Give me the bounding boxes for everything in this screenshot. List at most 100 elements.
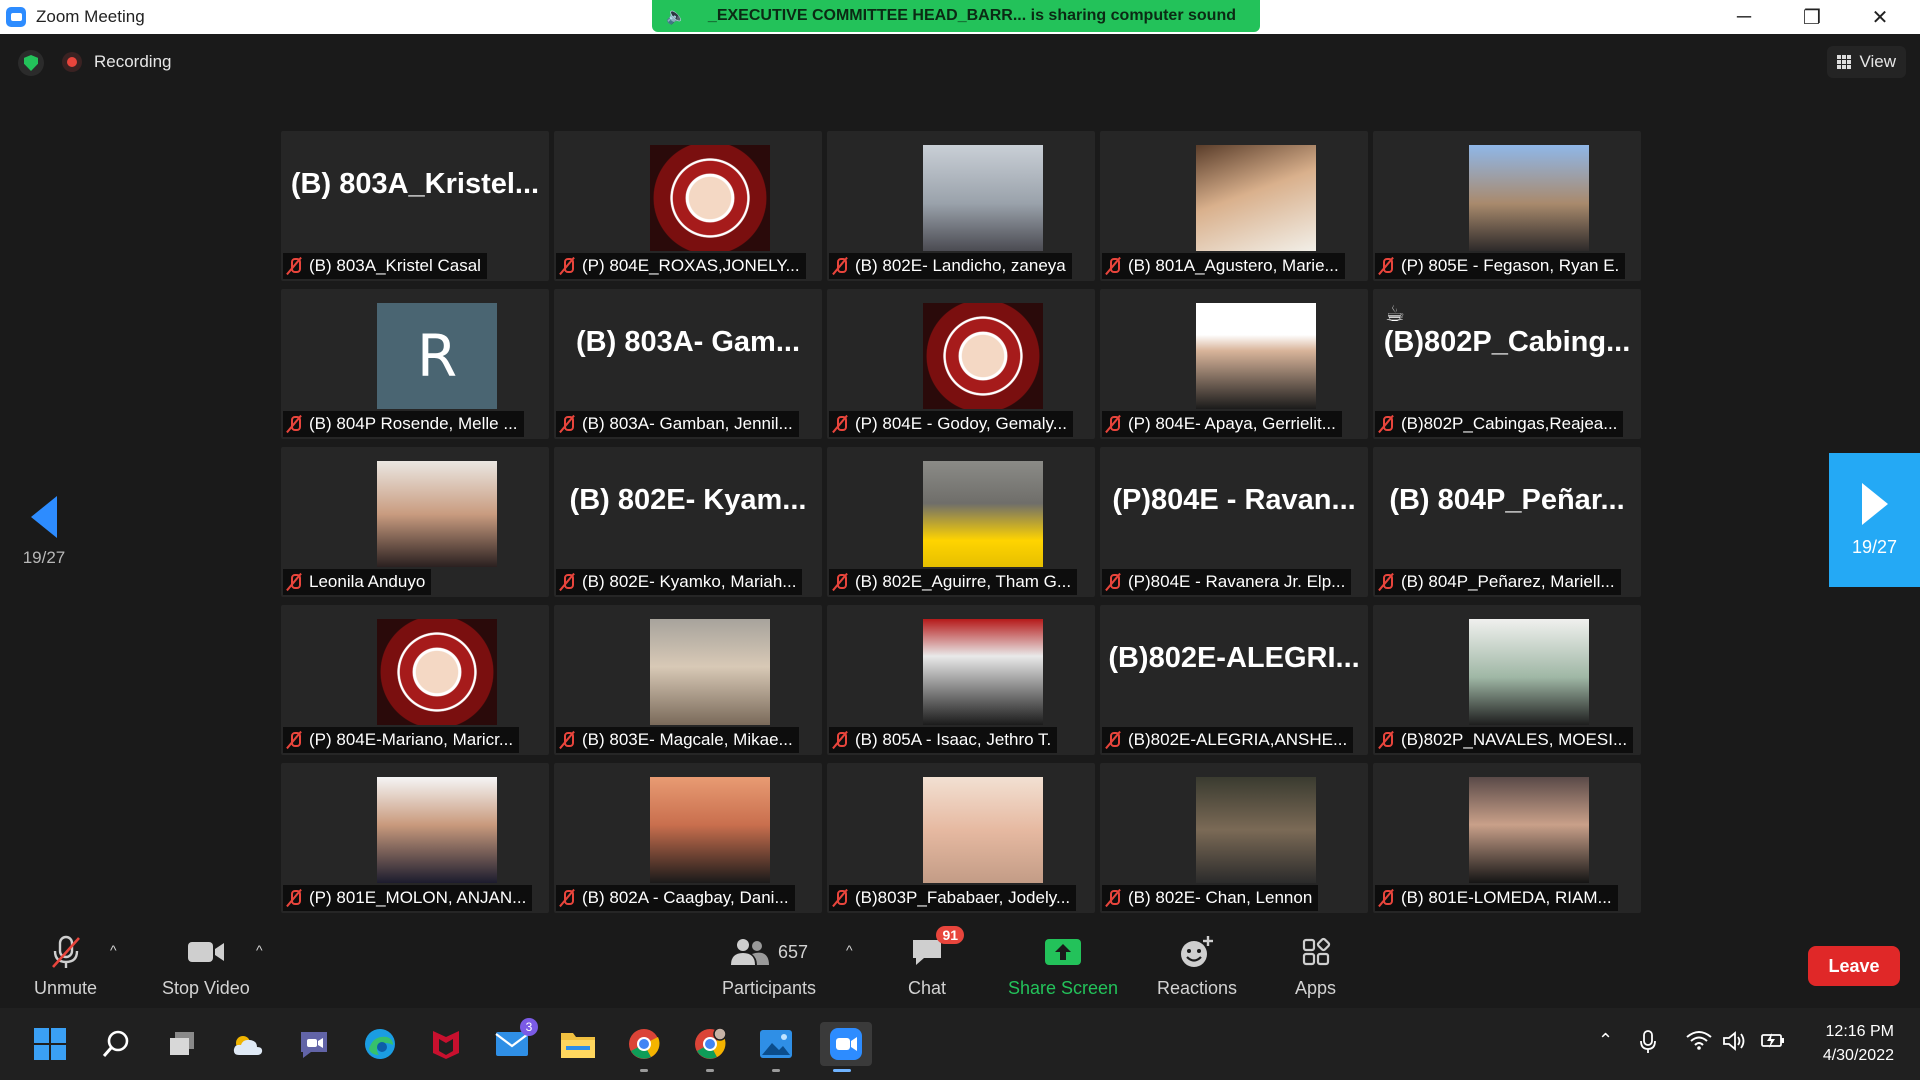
chrome-icon[interactable] bbox=[622, 1022, 666, 1072]
minimize-button[interactable]: ─ bbox=[1710, 0, 1778, 34]
participant-name-caption: (B)802E-ALEGRIA,ANSHE... bbox=[1102, 727, 1354, 753]
participant-tile[interactable]: (B) 805A - Isaac, Jethro T. bbox=[827, 605, 1095, 755]
muted-microphone-icon bbox=[287, 415, 301, 433]
edge-browser-icon[interactable] bbox=[358, 1022, 402, 1066]
recording-label: Recording bbox=[94, 52, 172, 71]
show-hidden-icons-chevron-icon[interactable]: ⌃ bbox=[1598, 1030, 1613, 1051]
share-screen-icon bbox=[1043, 934, 1083, 970]
mcafee-icon[interactable] bbox=[424, 1022, 468, 1066]
participant-name-caption: (B) 802E- Chan, Lennon bbox=[1102, 885, 1319, 911]
participant-profile-photo bbox=[650, 145, 770, 251]
wifi-icon[interactable] bbox=[1686, 1030, 1712, 1055]
file-explorer-icon[interactable] bbox=[556, 1022, 600, 1066]
participant-profile-photo bbox=[923, 619, 1043, 725]
participant-tile[interactable]: (P) 801E_MOLON, ANJAN... bbox=[281, 763, 549, 913]
recording-dot-icon bbox=[62, 52, 82, 72]
volume-icon[interactable] bbox=[1722, 1030, 1748, 1057]
muted-microphone-icon bbox=[1379, 415, 1393, 433]
participant-profile-photo bbox=[377, 777, 497, 883]
participant-tile[interactable]: (B)802P_NAVALES, MOESI... bbox=[1373, 605, 1641, 755]
participant-tile[interactable]: (B) 802E- Landicho, zaneya bbox=[827, 131, 1095, 281]
participant-name: (P)804E - Ravanera Jr. Elp... bbox=[1128, 572, 1346, 591]
participants-options-caret-icon[interactable]: ^ bbox=[846, 942, 853, 958]
microphone-in-use-icon[interactable] bbox=[1640, 1030, 1656, 1059]
audio-options-caret-icon[interactable]: ^ bbox=[110, 942, 117, 958]
muted-microphone-icon bbox=[833, 415, 847, 433]
participant-tile[interactable]: (P) 805E - Fegason, Ryan E. bbox=[1373, 131, 1641, 281]
participant-name-caption: (B) 805A - Isaac, Jethro T. bbox=[829, 727, 1058, 753]
participant-tile[interactable]: (B) 801A_Agustero, Marie... bbox=[1100, 131, 1368, 281]
participant-tile[interactable]: (B)802E-ALEGRI... (B)802E-ALEGRIA,ANSHE..… bbox=[1100, 605, 1368, 755]
smiley-plus-icon bbox=[1179, 934, 1215, 970]
battery-charging-icon[interactable] bbox=[1760, 1030, 1786, 1055]
sharing-sound-banner[interactable]: 🔈 _EXECUTIVE COMMITTEE HEAD_BARR... is s… bbox=[652, 0, 1260, 32]
zoom-taskbar-icon[interactable] bbox=[820, 1022, 872, 1072]
participant-tile[interactable]: (B) 802A - Caagbay, Dani... bbox=[554, 763, 822, 913]
close-button[interactable]: ✕ bbox=[1846, 0, 1914, 34]
participant-tile[interactable]: (B) 802E_Aguirre, Tham G... bbox=[827, 447, 1095, 597]
leave-button[interactable]: Leave bbox=[1808, 946, 1900, 986]
muted-microphone-icon bbox=[833, 731, 847, 749]
photos-icon[interactable] bbox=[754, 1022, 798, 1072]
participant-name: (B)802P_Cabingas,Reajea... bbox=[1401, 414, 1618, 433]
participants-button[interactable]: 657 Participants bbox=[722, 934, 816, 999]
unmute-button[interactable]: Unmute bbox=[34, 934, 97, 999]
participant-tile[interactable]: (P) 804E-Mariano, Maricr... bbox=[281, 605, 549, 755]
participant-tile[interactable]: (P) 804E_ROXAS,JONELY... bbox=[554, 131, 822, 281]
participants-label: Participants bbox=[722, 978, 817, 998]
participant-profile-photo bbox=[923, 303, 1043, 409]
participant-name: (B)802E-ALEGRIA,ANSHE... bbox=[1128, 730, 1348, 749]
view-button[interactable]: View bbox=[1827, 46, 1906, 78]
participant-display-name: (B) 802E- Kyam... bbox=[569, 483, 807, 516]
participant-name-caption: (B) 803A_Kristel Casal bbox=[283, 253, 487, 279]
apps-button[interactable]: Apps bbox=[1295, 934, 1336, 999]
participant-tile[interactable]: (B)803P_Fababaer, Jodely... bbox=[827, 763, 1095, 913]
participant-name: (B) 802A - Caagbay, Dani... bbox=[582, 888, 789, 907]
participant-tile[interactable]: (B) 802E- Kyam... (B) 802E- Kyamko, Maria… bbox=[554, 447, 822, 597]
previous-page-button[interactable]: 19/27 bbox=[14, 496, 74, 576]
muted-microphone-icon bbox=[833, 257, 847, 275]
unmute-label: Unmute bbox=[34, 978, 98, 998]
participant-tile[interactable]: (P) 804E - Godoy, Gemaly... bbox=[827, 289, 1095, 439]
participant-tile[interactable]: (B) 801E-LOMEDA, RIAM... bbox=[1373, 763, 1641, 913]
security-shield-icon[interactable] bbox=[18, 50, 44, 76]
restore-button[interactable]: ❐ bbox=[1778, 0, 1846, 34]
participant-tile[interactable]: (B) 803E- Magcale, Mikae... bbox=[554, 605, 822, 755]
muted-microphone-icon bbox=[287, 731, 301, 749]
participant-tile[interactable]: R (B) 804P Rosende, Melle ... bbox=[281, 289, 549, 439]
system-clock[interactable]: 12:16 PM 4/30/2022 bbox=[1823, 1020, 1894, 1068]
search-icon[interactable] bbox=[94, 1022, 138, 1066]
chat-button[interactable]: 91 Chat bbox=[908, 926, 965, 999]
participant-display-name: (B) 803A- Gam... bbox=[576, 325, 800, 358]
participant-tile[interactable]: (P) 804E- Apaya, Gerrielit... bbox=[1100, 289, 1368, 439]
chat-label: Chat bbox=[908, 978, 947, 998]
chrome-profile-icon[interactable] bbox=[688, 1022, 732, 1072]
stop-video-button[interactable]: Stop Video bbox=[162, 934, 250, 999]
reactions-button[interactable]: Reactions bbox=[1157, 934, 1237, 999]
participant-tile[interactable]: (B) 803A- Gam... (B) 803A- Gamban, Jennil… bbox=[554, 289, 822, 439]
participant-name: (P) 804E_ROXAS,JONELY... bbox=[582, 256, 800, 275]
teams-chat-icon[interactable] bbox=[292, 1022, 336, 1066]
participant-name: (B) 802E_Aguirre, Tham G... bbox=[855, 572, 1072, 591]
participant-profile-photo bbox=[377, 619, 497, 725]
windows-start-icon[interactable] bbox=[28, 1022, 72, 1066]
share-screen-button[interactable]: Share Screen bbox=[1008, 934, 1118, 999]
windows-taskbar: 3 ⌃ 12:16 PM 4/30/2022 bbox=[0, 1008, 1920, 1080]
muted-microphone-icon bbox=[287, 573, 301, 591]
task-view-icon[interactable] bbox=[160, 1022, 204, 1066]
participant-tile[interactable]: ☕ (B)802P_Cabing... (B)802P_Cabingas,Reaje… bbox=[1373, 289, 1641, 439]
weather-widget-icon[interactable] bbox=[226, 1022, 270, 1066]
participant-tile[interactable]: (B) 802E- Chan, Lennon bbox=[1100, 763, 1368, 913]
participant-name: (P) 805E - Fegason, Ryan E. bbox=[1401, 256, 1620, 275]
mail-icon[interactable]: 3 bbox=[490, 1018, 538, 1066]
video-options-caret-icon[interactable]: ^ bbox=[256, 942, 263, 958]
recording-indicator[interactable]: Recording bbox=[62, 52, 172, 72]
participant-tile[interactable]: (P)804E - Ravan... (P)804E - Ravanera Jr.… bbox=[1100, 447, 1368, 597]
participant-display-name: (B) 804P_Peñar... bbox=[1389, 483, 1625, 516]
participant-name-caption: (B) 802E- Kyamko, Mariah... bbox=[556, 569, 803, 595]
participant-tile[interactable]: (B) 804P_Peñar... (B) 804P_Peñarez, Marie… bbox=[1373, 447, 1641, 597]
muted-microphone-icon bbox=[560, 257, 574, 275]
participant-tile[interactable]: Leonila Anduyo bbox=[281, 447, 549, 597]
participant-tile[interactable]: (B) 803A_Kristel... (B) 803A_Kristel Casa… bbox=[281, 131, 549, 281]
next-page-button[interactable]: 19/27 bbox=[1829, 453, 1920, 587]
